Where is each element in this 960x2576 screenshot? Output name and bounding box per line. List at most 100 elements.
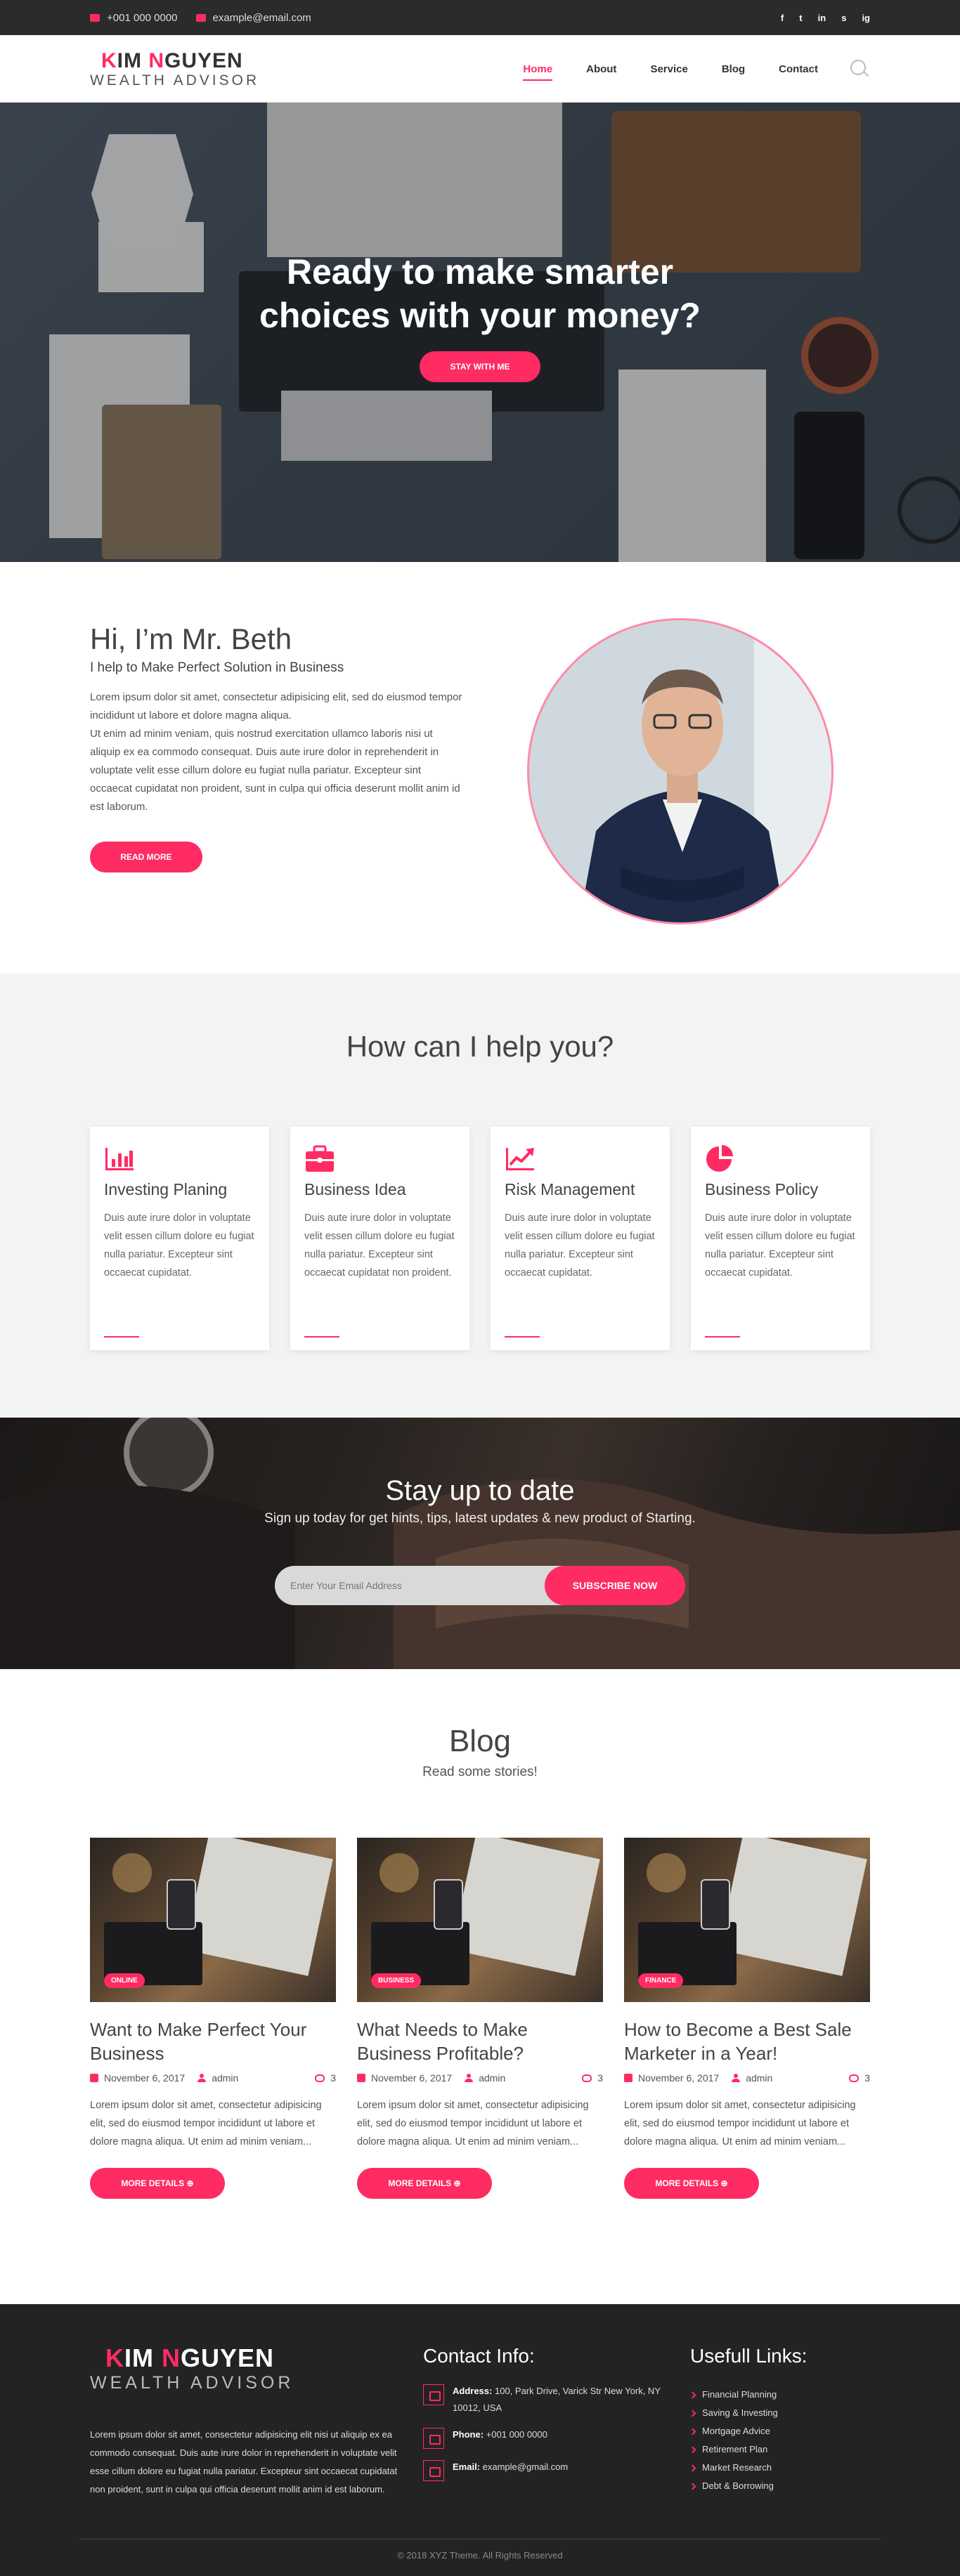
blog-subtitle: Read some stories! xyxy=(422,1765,538,1779)
card-divider xyxy=(505,1336,540,1338)
post-date: November 6, 2017 xyxy=(638,2072,720,2084)
twitter-icon[interactable]: t xyxy=(799,13,802,23)
phone-icon xyxy=(90,13,100,22)
post-comment-count[interactable]: 3 xyxy=(330,2072,336,2084)
site-logo[interactable]: KIM NGUYEN WEALTH ADVISOR xyxy=(90,50,259,88)
post-category-badge[interactable]: FINANCE xyxy=(638,1973,684,1988)
footer-link[interactable]: Retirement Plan xyxy=(689,2440,873,2459)
card-divider xyxy=(304,1336,339,1338)
main-nav: Home About Service Blog Contact xyxy=(506,56,870,82)
subscribe-form: Enter Your Email Address SUBSCRIBE NOW xyxy=(275,1566,685,1605)
chevron-right-icon xyxy=(689,2483,696,2490)
top-bar: +001 000 0000 example@email.com f t in s… xyxy=(0,0,960,35)
chevron-right-icon xyxy=(689,2428,696,2435)
advisor-photo xyxy=(529,620,831,922)
envelope-icon xyxy=(423,2460,444,2481)
blog-post: ONLINE Want to Make Perfect Your Busines… xyxy=(90,1838,336,2199)
post-date: November 6, 2017 xyxy=(104,2072,186,2084)
post-excerpt: Lorem ipsum dolor sit amet, consectetur … xyxy=(624,2100,856,2147)
search-icon[interactable] xyxy=(849,58,870,79)
post-category-badge[interactable]: BUSINESS xyxy=(371,1973,422,1988)
service-card[interactable]: Business Idea Duis aute irure dolor in v… xyxy=(290,1127,469,1350)
user-icon xyxy=(197,2074,207,2082)
post-author[interactable]: admin xyxy=(479,2072,505,2084)
bar-chart-icon xyxy=(104,1145,135,1173)
nav-blog[interactable]: Blog xyxy=(705,56,762,82)
post-image[interactable]: BUSINESS xyxy=(357,1838,603,2002)
social-links: f t in s ig xyxy=(781,13,870,23)
nav-contact[interactable]: Contact xyxy=(762,56,835,82)
advisor-portrait xyxy=(527,618,833,924)
user-icon xyxy=(465,2074,474,2082)
footer-link[interactable]: Debt & Borrowing xyxy=(689,2477,873,2495)
nav-home[interactable]: Home xyxy=(506,56,569,82)
chevron-right-icon xyxy=(689,2410,696,2417)
footer-logo[interactable]: KIM NGUYEN WEALTH ADVISOR xyxy=(90,2343,406,2393)
blog-post: BUSINESS What Needs to Make Business Pro… xyxy=(357,1838,603,2199)
comments-icon xyxy=(315,2074,325,2082)
phone-row[interactable]: Phone: +001 000 0000 xyxy=(423,2426,676,2449)
about-body: Lorem ipsum dolor sit amet, consectetur … xyxy=(90,691,462,813)
site-header: KIM NGUYEN WEALTH ADVISOR Home About Ser… xyxy=(0,35,960,103)
services-title: How can I help you? xyxy=(346,1030,614,1063)
contact-info-title: Contact Info: xyxy=(423,2345,535,2367)
newsletter-subtitle: Sign up today for get hints, tips, lates… xyxy=(264,1511,696,1526)
about-section: Hi, I’m Mr. Beth I help to Make Perfect … xyxy=(0,562,960,974)
service-title: Business Idea xyxy=(304,1180,406,1198)
post-title[interactable]: Want to Make Perfect Your Business xyxy=(90,2018,336,2065)
copyright-text: © 2018 XYZ Theme. All Rights Reserved xyxy=(397,2550,563,2561)
calendar-icon xyxy=(357,2074,365,2082)
read-more-button[interactable]: READ MORE xyxy=(90,842,202,872)
email-row[interactable]: Email: example@gmail.com xyxy=(423,2459,676,2481)
skype-icon[interactable]: s xyxy=(841,13,846,23)
hero-banner: Ready to make smarter choices with your m… xyxy=(0,103,960,562)
chevron-right-icon xyxy=(689,2464,696,2471)
email-contact[interactable]: example@email.com xyxy=(195,11,311,24)
newsletter-title: Stay up to date xyxy=(385,1475,575,1506)
more-details-button[interactable]: MORE DETAILS ⊕ xyxy=(90,2168,225,2199)
post-title[interactable]: How to Become a Best Sale Marketer in a … xyxy=(624,2018,870,2065)
nav-service[interactable]: Service xyxy=(633,56,704,82)
footer-link[interactable]: Saving & Investing xyxy=(689,2404,873,2422)
nav-about[interactable]: About xyxy=(569,56,633,82)
service-text: Duis aute irure dolor in voluptate velit… xyxy=(104,1212,254,1279)
footer-about-text: Lorem ipsum dolor sit amet, consectetur … xyxy=(90,2429,398,2495)
service-card[interactable]: Investing Planing Duis aute irure dolor … xyxy=(90,1127,269,1350)
stay-with-me-button[interactable]: STAY WITH ME xyxy=(420,351,540,382)
service-card[interactable]: Risk Management Duis aute irure dolor in… xyxy=(491,1127,670,1350)
post-image[interactable]: ONLINE xyxy=(90,1838,336,2002)
post-author[interactable]: admin xyxy=(212,2072,238,2084)
footer-link[interactable]: Market Research xyxy=(689,2459,873,2477)
facebook-icon[interactable]: f xyxy=(781,13,784,23)
service-card[interactable]: Business Policy Duis aute irure dolor in… xyxy=(691,1127,870,1350)
post-date: November 6, 2017 xyxy=(371,2072,453,2084)
email-input[interactable]: Enter Your Email Address xyxy=(275,1566,570,1605)
linkedin-icon[interactable]: in xyxy=(818,13,826,23)
post-image[interactable]: FINANCE xyxy=(624,1838,870,2002)
email-text: example@email.com xyxy=(212,11,311,24)
pie-chart-icon xyxy=(705,1145,736,1173)
footer-link[interactable]: Financial Planning xyxy=(689,2386,873,2404)
services-section: How can I help you? Investing Planing Du… xyxy=(0,974,960,1418)
subscribe-button[interactable]: SUBSCRIBE NOW xyxy=(545,1566,685,1605)
blog-title: Blog xyxy=(448,1724,512,1758)
post-author[interactable]: admin xyxy=(746,2072,772,2084)
site-footer: KIM NGUYEN WEALTH ADVISOR Lorem ipsum do… xyxy=(0,2304,960,2576)
card-divider xyxy=(705,1336,740,1338)
comments-icon xyxy=(582,2074,592,2082)
more-details-button[interactable]: MORE DETAILS ⊕ xyxy=(624,2168,759,2199)
instagram-icon[interactable]: ig xyxy=(862,13,870,23)
card-divider xyxy=(104,1336,139,1338)
service-text: Duis aute irure dolor in voluptate velit… xyxy=(505,1212,655,1279)
post-comment-count[interactable]: 3 xyxy=(597,2072,603,2084)
calendar-icon xyxy=(90,2074,98,2082)
post-comment-count[interactable]: 3 xyxy=(864,2072,870,2084)
phone-contact[interactable]: +001 000 0000 xyxy=(90,12,178,24)
blog-post: FINANCE How to Become a Best Sale Market… xyxy=(624,1838,870,2199)
more-details-button[interactable]: MORE DETAILS ⊕ xyxy=(357,2168,492,2199)
post-title[interactable]: What Needs to Make Business Profitable? xyxy=(357,2018,603,2065)
phone-text: +001 000 0000 xyxy=(107,11,178,24)
post-category-badge[interactable]: ONLINE xyxy=(104,1973,145,1988)
footer-link[interactable]: Mortgage Advice xyxy=(689,2422,873,2440)
address-row: Address: 100, Park Drive, Varick Str New… xyxy=(423,2383,676,2417)
